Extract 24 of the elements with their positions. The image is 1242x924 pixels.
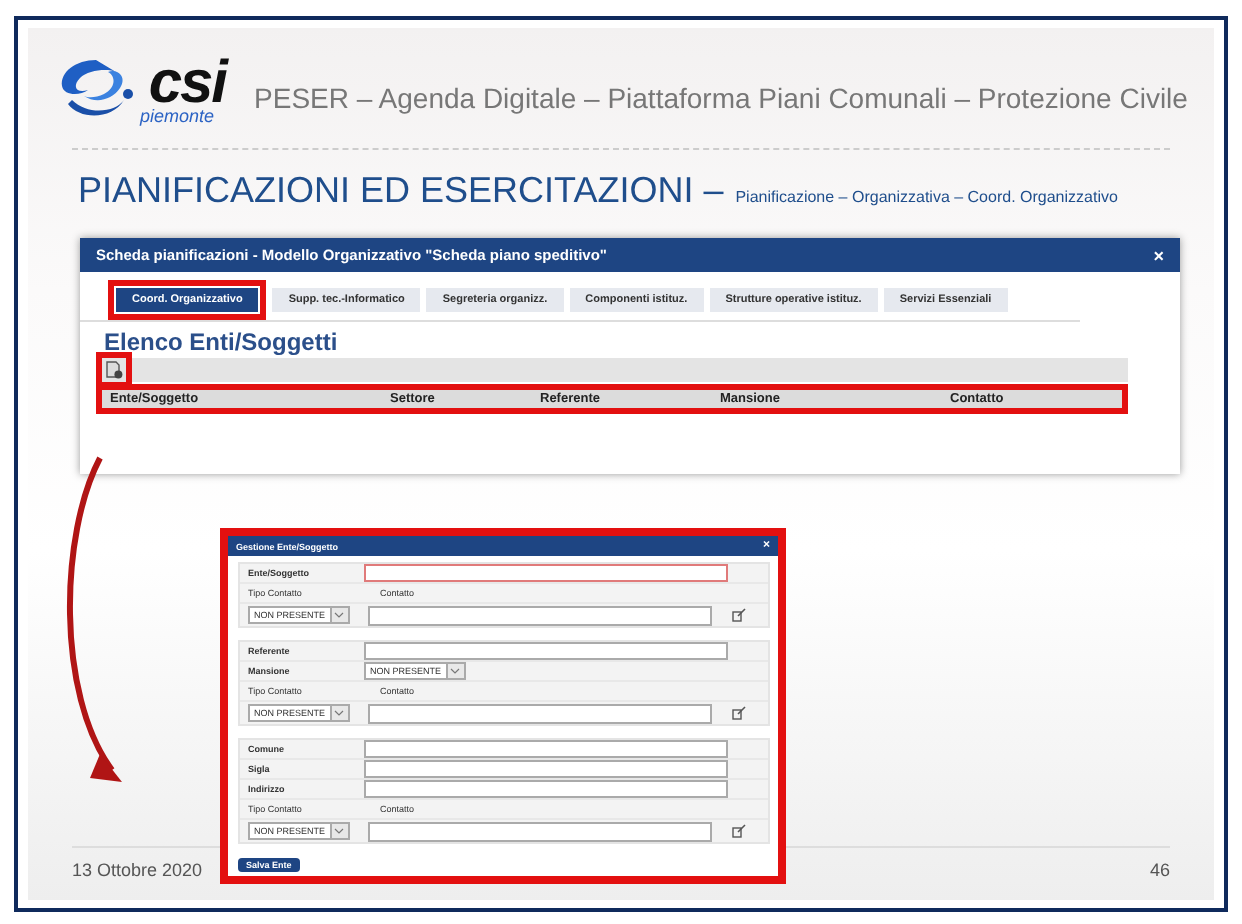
caret-icon: [334, 710, 345, 716]
input-field[interactable]: [367, 605, 712, 625]
input-field[interactable]: [364, 760, 728, 778]
edit-icon[interactable]: [731, 608, 746, 622]
logo-subtext: piemonte: [140, 108, 215, 126]
input-field[interactable]: [367, 821, 712, 841]
page-number: 46: [1149, 860, 1170, 880]
input-field[interactable]: [367, 703, 712, 723]
close-button[interactable]: ×: [1153, 245, 1164, 265]
input-field[interactable]: [364, 564, 728, 582]
section-title: Elenco Enti/Soggetti: [104, 328, 340, 356]
edit-icon[interactable]: [731, 824, 746, 838]
slide-title: PESER – Agenda Digitale – Piattaforma Piani Comunali – Protezione Civile: [254, 82, 1188, 114]
breadcrumb: Pianificazione – Organizzativa – Coord. Organizzativo: [735, 188, 1118, 206]
input-field[interactable]: [364, 740, 728, 758]
add-document-icon[interactable]: [104, 360, 124, 380]
caret-icon: [450, 668, 461, 674]
section-heading: PIANIFICAZIONI ED ESERCITAZIONI –: [78, 170, 724, 212]
input-field[interactable]: [364, 642, 728, 660]
caret-icon: [334, 828, 345, 834]
input-field[interactable]: [364, 780, 728, 798]
edit-icon[interactable]: [731, 706, 746, 720]
caret-icon: [334, 612, 345, 618]
slide-date: 13 Ottobre 2020: [72, 860, 203, 880]
